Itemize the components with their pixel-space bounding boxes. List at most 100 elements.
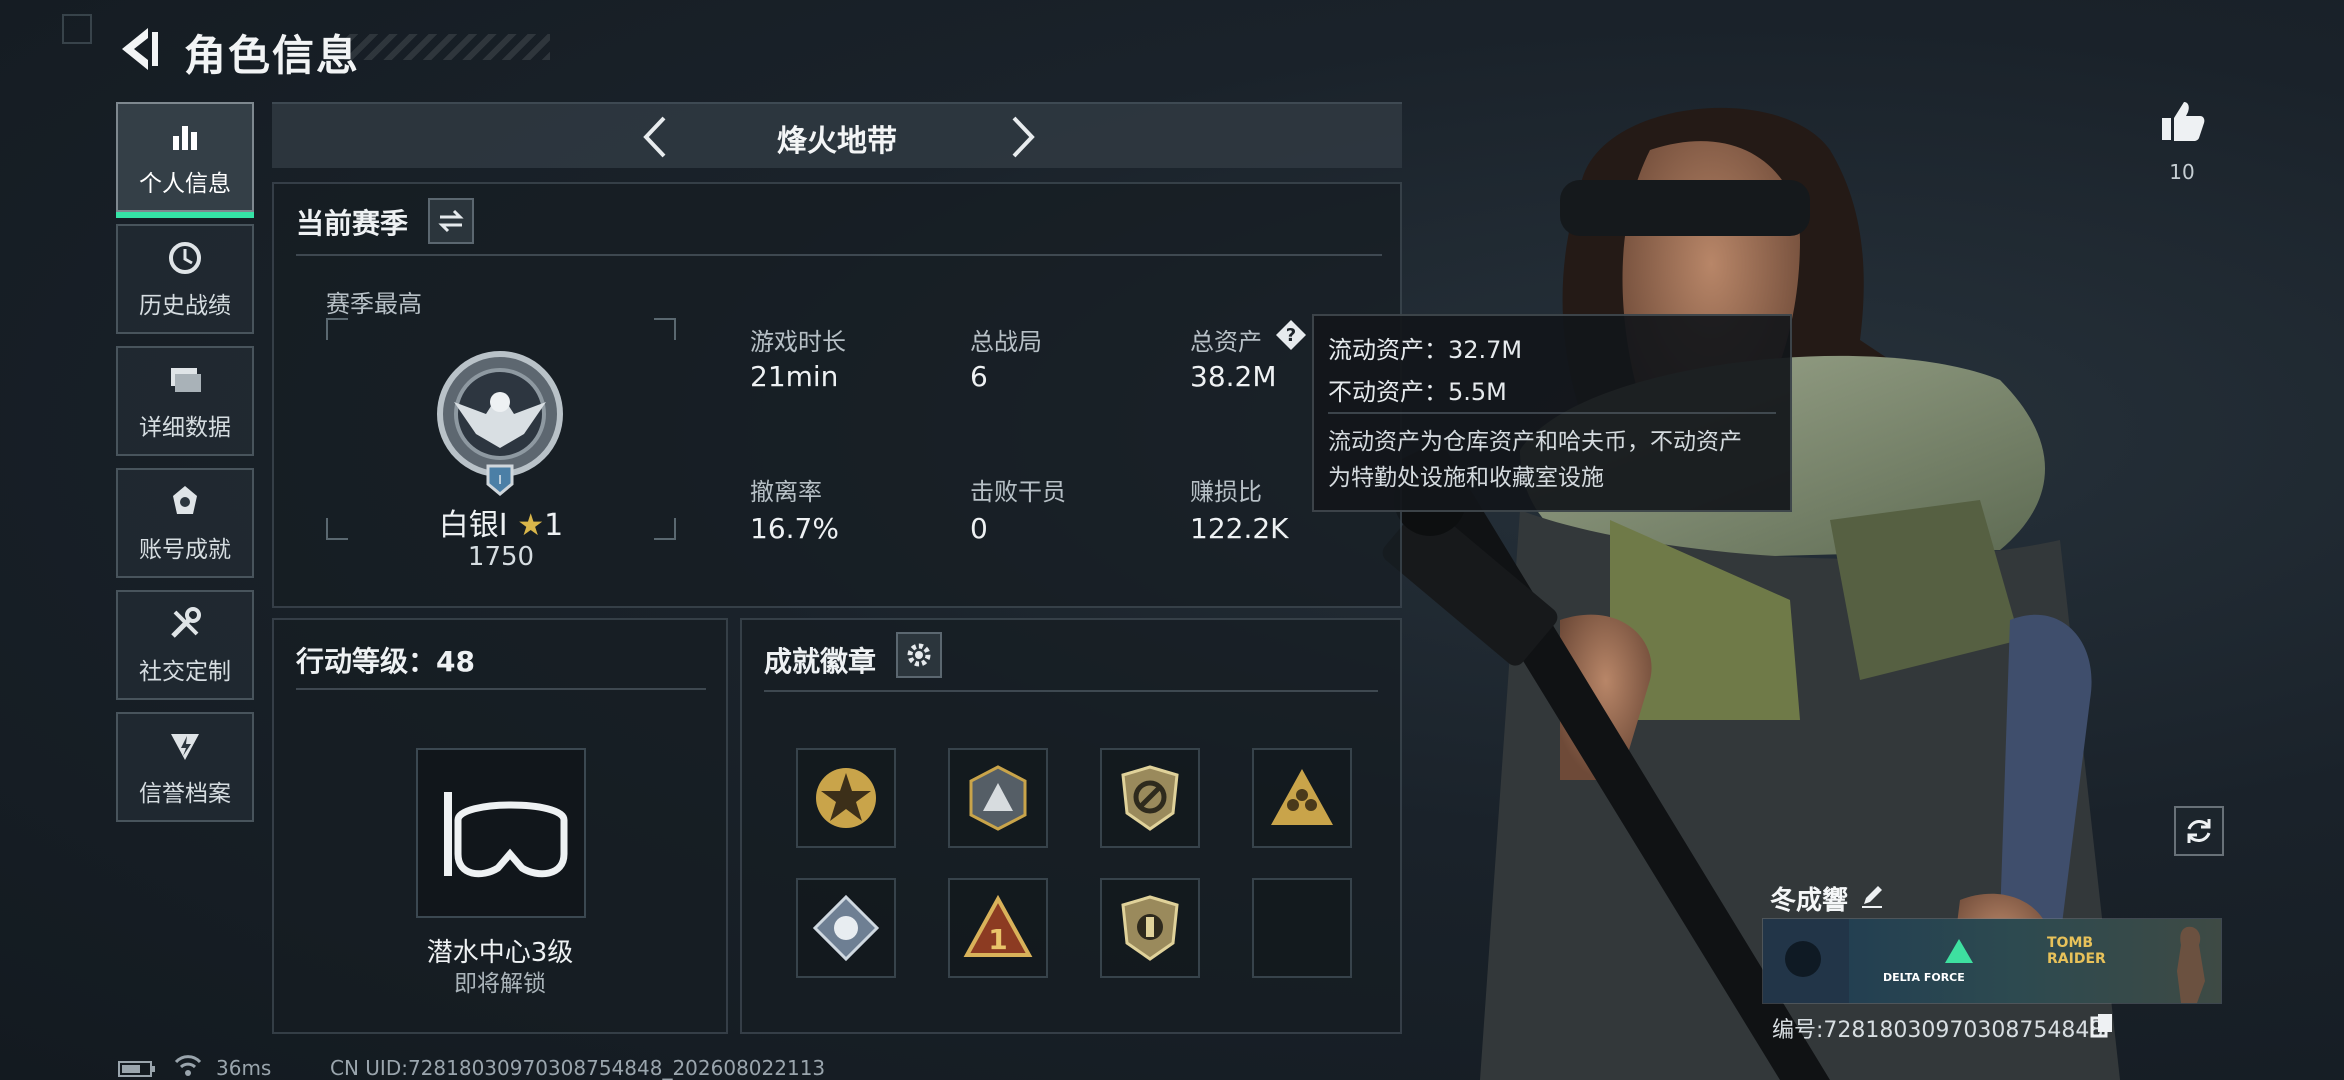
svg-text:?: ?	[1286, 325, 1296, 346]
assets-description-line1: 流动资产为仓库资产和哈夫币，不动资产	[1328, 429, 1742, 455]
player-id: 编号:7281803097030875484​8	[1772, 1018, 2104, 1043]
stat-label: 总资产	[1190, 328, 1262, 356]
refresh-icon	[2187, 819, 2211, 843]
stat-value: 21min	[750, 360, 839, 393]
banner-figure	[2177, 926, 2205, 1003]
achievements-title: 成就徽章	[764, 645, 877, 678]
achievement-badge[interactable]	[948, 748, 1048, 848]
achievement-badge[interactable]	[796, 748, 896, 848]
stat-value: 0	[970, 512, 988, 545]
sidebar-item-details[interactable]: 详细数据	[116, 346, 254, 456]
triangle-shield-icon	[969, 765, 1027, 831]
rotate-model-button[interactable]	[2174, 806, 2224, 856]
achievements-settings-button[interactable]	[896, 632, 942, 678]
assets-description-line2: 为特勤处设施和收藏室设施	[1328, 465, 1604, 491]
fixed-assets: 不动资产：5.5M	[1328, 378, 1507, 406]
mode-selector: 烽火地带	[272, 102, 1402, 168]
player-name: 冬成響	[1770, 886, 1849, 916]
ammo-shield-icon	[1121, 895, 1179, 961]
stat-label: 总战局	[970, 328, 1042, 356]
pencil-icon	[1862, 886, 1882, 908]
copy-id-button[interactable]	[2090, 1012, 2114, 1038]
stat-label: 游戏时长	[750, 328, 846, 356]
sidebar-item-label: 详细数据	[139, 415, 231, 441]
achievement-badge[interactable]	[1252, 748, 1352, 848]
banner-text-delta: DELTA FORCE	[1883, 971, 1965, 984]
empty-badge-slot[interactable]	[1252, 878, 1352, 978]
question-icon: ?	[1276, 320, 1306, 350]
rank-name: 白银Ⅰ	[438, 508, 508, 543]
achievement-badge[interactable]	[1100, 748, 1200, 848]
folder-icon	[171, 368, 201, 392]
season-best-label: 赛季最高	[326, 290, 422, 318]
title-stripes	[340, 34, 550, 60]
sidebar-item-social[interactable]: 社交定制	[116, 590, 254, 700]
rank-stars: 1	[544, 508, 564, 543]
gear-icon	[907, 643, 931, 667]
season-switch-button[interactable]	[428, 198, 474, 244]
action-level-panel: 行动等级：48 潜水中心3级 即将解锁	[272, 618, 728, 1034]
diamond-badge-icon	[812, 894, 880, 962]
achievement-badge[interactable]	[796, 878, 896, 978]
ping-text: 36ms	[216, 1056, 272, 1080]
stat-value: 38.2M	[1190, 360, 1277, 393]
stat-label: 赚损比	[1190, 478, 1262, 506]
uid-text: CN UID:7281803097030875484​8_20260802211…	[330, 1056, 826, 1080]
sidebar-item-label: 信誉档案	[139, 781, 231, 807]
rank-emblem-icon: I	[437, 351, 563, 496]
sidebar-item-label: 账号成就	[139, 537, 231, 563]
assets-tooltip: 流动资产：32.7M 不动资产：5.5M 流动资产为仓库资产和哈夫币，不动资产 …	[1312, 314, 1792, 512]
stat-value: 6	[970, 360, 988, 393]
stat-value: 16.7%	[750, 512, 839, 545]
star-icon: ★	[517, 508, 545, 543]
like-button[interactable]	[2160, 98, 2206, 144]
thumbs-up-icon	[2162, 102, 2205, 141]
like-count: 10	[2169, 160, 2195, 184]
rank-score: 1750	[467, 542, 535, 572]
mode-label: 烽火地带	[777, 124, 897, 159]
bar-chart-icon	[173, 126, 197, 150]
season-title: 当前赛季	[296, 207, 409, 240]
player-banner[interactable]: DELTA FORCE TOMB RAIDER	[1762, 918, 2222, 1004]
achievement-badge[interactable]: 1	[948, 878, 1048, 978]
crosshair-shield-icon	[1121, 765, 1179, 831]
diving-mask-icon	[444, 792, 568, 878]
sidebar-item-history[interactable]: 历史战绩	[116, 224, 254, 334]
medal-icon	[173, 486, 197, 514]
corner-decoration	[62, 14, 92, 44]
facility-status: 即将解锁	[454, 971, 546, 997]
stat-value: 122.2K	[1190, 512, 1289, 545]
shield-lightning-icon	[171, 734, 199, 760]
star-badge-icon	[816, 768, 876, 828]
tools-icon	[171, 607, 201, 638]
divider	[296, 254, 1382, 256]
sidebar-item-achievements[interactable]: 账号成就	[116, 468, 254, 578]
divider	[1328, 412, 1776, 414]
copy-icon	[2090, 1014, 2112, 1038]
facility-card[interactable]	[416, 748, 586, 918]
achievement-badge[interactable]	[1100, 878, 1200, 978]
history-icon	[169, 242, 201, 274]
wifi-icon	[174, 1055, 202, 1076]
banner-text-tomb: TOMB RAIDER	[2047, 935, 2106, 967]
back-button[interactable]	[112, 22, 164, 76]
number-one-triangle-icon: 1	[963, 894, 1033, 957]
sidebar-item-label: 个人信息	[139, 171, 231, 197]
stat-label: 击败干员	[970, 478, 1066, 506]
divider	[764, 690, 1378, 692]
sidebar-item-personal-info[interactable]: 个人信息	[116, 102, 254, 218]
achievements-panel: 成就徽章 1	[740, 618, 1402, 1034]
sidebar-item-credit[interactable]: 信誉档案	[116, 712, 254, 822]
edit-name-button[interactable]	[1858, 882, 1886, 910]
action-level-title: 行动等级：48	[296, 645, 475, 678]
next-mode-arrow[interactable]	[996, 112, 1046, 162]
battery-icon	[118, 1061, 155, 1077]
divider	[296, 688, 706, 690]
help-button[interactable]: ?	[1274, 318, 1308, 352]
page-title: 角色信息	[184, 31, 361, 80]
svg-text:1: 1	[988, 923, 1007, 956]
svg-text:I: I	[498, 473, 502, 487]
sidebar-item-label: 历史战绩	[139, 293, 231, 319]
sidebar-item-label: 社交定制	[139, 659, 231, 685]
stat-label: 撤离率	[750, 478, 822, 506]
